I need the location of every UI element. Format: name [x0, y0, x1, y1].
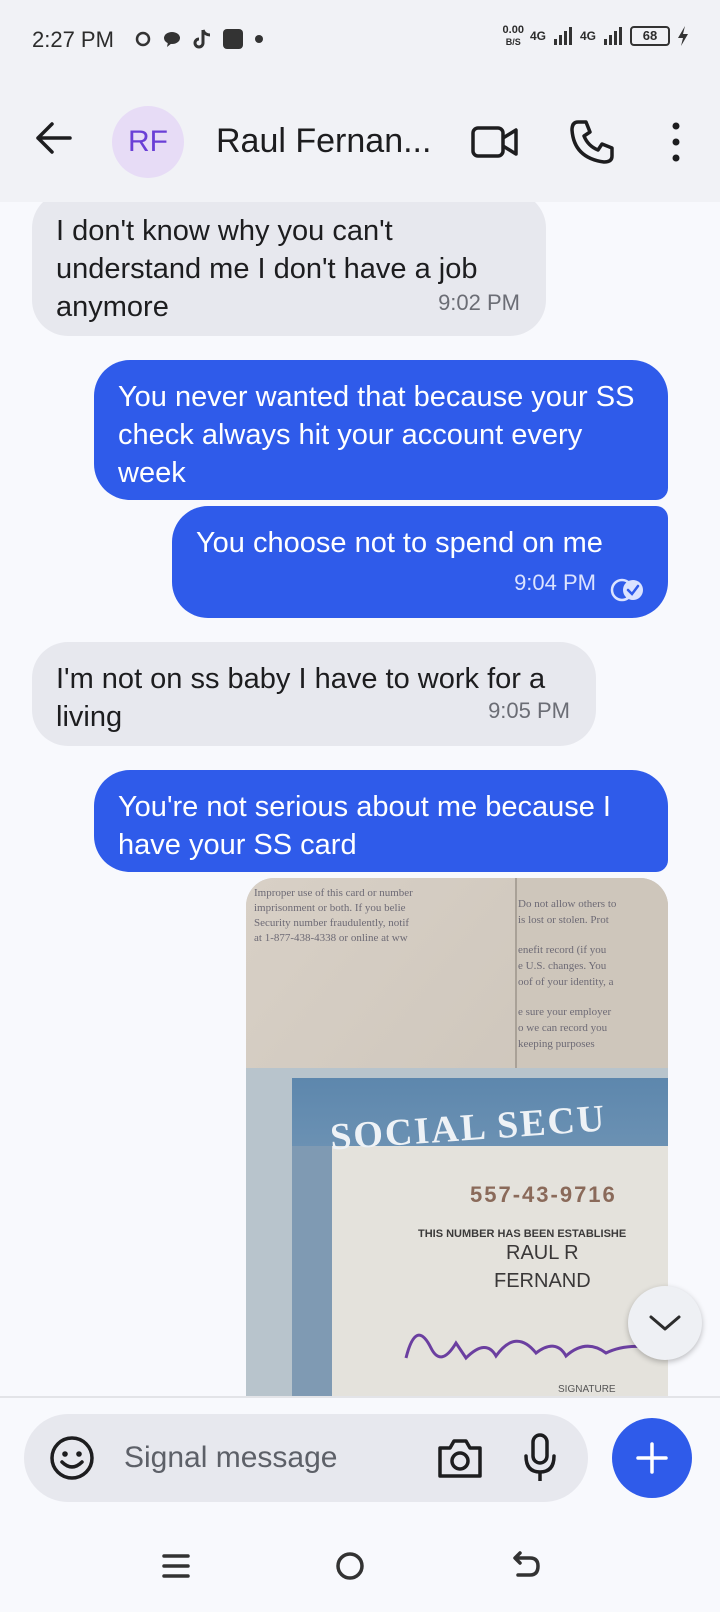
- card-back-text-left: Improper use of this card or number impr…: [254, 886, 514, 946]
- dot-icon: [255, 35, 263, 43]
- card-back-text-right: Do not allow others to is lost or stolen…: [518, 896, 668, 1052]
- delivered-check-icon: [610, 578, 643, 602]
- system-icons: 0.00 B/S 4G 4G 68: [503, 24, 690, 48]
- network-type-2: 4G: [579, 29, 596, 43]
- status-time: 2:27 PM: [32, 27, 114, 52]
- message-outgoing[interactable]: You're not serious about me because I ha…: [94, 770, 668, 872]
- message-composer: [24, 1414, 588, 1502]
- signal-icon: [553, 27, 572, 45]
- message-incoming[interactable]: I don't know why you can't understand me…: [32, 202, 546, 336]
- tiktok-icon: [193, 29, 211, 49]
- back-arrow-icon[interactable]: [32, 116, 76, 160]
- notification-icons: [134, 28, 264, 50]
- image-attachment[interactable]: Improper use of this card or number impr…: [246, 878, 668, 1396]
- app-square-icon: [223, 29, 243, 49]
- home-icon[interactable]: [330, 1546, 370, 1586]
- contact-name[interactable]: Raul Fernan...: [216, 122, 446, 161]
- status-bar: 2:27 PM 0.00 B/S 4G 4G 68: [0, 0, 720, 80]
- conversation-screen: 2:27 PM 0.00 B/S 4G 4G 68 RF Raul Fernan…: [0, 0, 720, 1612]
- battery-icon: 68: [630, 26, 670, 46]
- card-text-line: imprisonment or both. If you belie: [254, 902, 406, 914]
- sync-icon: [135, 31, 151, 47]
- card-text-line: at 1-877-438-4338 or online at ww: [254, 932, 408, 944]
- system-navigation-bar: [0, 1512, 720, 1612]
- more-options-icon[interactable]: [664, 120, 688, 164]
- signal-icon-2: [604, 27, 622, 45]
- message-time: 9:02 PM: [438, 290, 520, 315]
- card-name-line2: FERNAND: [494, 1270, 591, 1292]
- message-incoming[interactable]: I'm not on ss baby I have to work for a …: [32, 642, 596, 746]
- card-text-line: Do not allow others to: [518, 898, 617, 910]
- signature-graphic: [404, 1333, 657, 1361]
- card-number-caption: THIS NUMBER HAS BEEN ESTABLISHE: [418, 1228, 627, 1240]
- network-speed: 0.00 B/S: [503, 24, 524, 48]
- card-text-line: Improper use of this card or number: [254, 887, 413, 899]
- card-text-line: keeping purposes: [518, 1038, 595, 1050]
- signature-label: SIGNATURE: [558, 1384, 616, 1395]
- emoji-icon[interactable]: [48, 1434, 96, 1482]
- card-number: 557-43-9716: [470, 1182, 617, 1207]
- avatar[interactable]: RF: [112, 106, 184, 178]
- card-text-line: enefit record (if you: [518, 944, 607, 956]
- microphone-icon[interactable]: [522, 1432, 558, 1484]
- speed-value: 0.00: [502, 24, 524, 36]
- message-outgoing[interactable]: You choose not to spend on me 9:04 PM: [172, 506, 668, 618]
- recent-apps-icon[interactable]: [156, 1546, 196, 1586]
- card-text-line: e sure your employer: [518, 1006, 612, 1018]
- message-outgoing[interactable]: You never wanted that because your SS ch…: [94, 360, 668, 500]
- card-text-line: o we can record you: [518, 1022, 608, 1034]
- message-time: 9:05 PM: [488, 698, 570, 723]
- plus-icon: [636, 1442, 668, 1474]
- message-text: You never wanted that because your SS ch…: [118, 381, 635, 489]
- card-text-line: oof of your identity, a: [518, 976, 614, 988]
- phone-icon[interactable]: [568, 118, 616, 166]
- back-nav-icon[interactable]: [506, 1546, 546, 1586]
- network-type-1: 4G: [529, 29, 546, 43]
- charging-icon: [678, 26, 688, 46]
- card-text-line: is lost or stolen. Prot: [518, 914, 609, 926]
- card-name-line1: RAUL R: [506, 1242, 579, 1264]
- card-text-line: Security number fraudulently, notif: [254, 917, 410, 929]
- message-time: 9:04 PM: [514, 570, 596, 595]
- composer-divider: [0, 1396, 720, 1398]
- message-text: You're not serious about me because I ha…: [118, 791, 611, 861]
- video-call-icon[interactable]: [470, 118, 520, 166]
- message-list[interactable]: I don't know why you can't understand me…: [0, 202, 720, 1396]
- scroll-to-bottom-button[interactable]: [628, 1286, 702, 1360]
- camera-icon[interactable]: [436, 1436, 484, 1480]
- chat-bubble-icon: [164, 32, 180, 47]
- speed-unit: B/S: [505, 37, 521, 47]
- message-text: You choose not to spend on me: [196, 527, 603, 559]
- message-input[interactable]: [124, 1436, 404, 1480]
- conversation-header: RF Raul Fernan...: [0, 80, 720, 202]
- add-attachment-button[interactable]: [612, 1418, 692, 1498]
- card-text-line: e U.S. changes. You: [518, 960, 607, 972]
- chevron-down-icon: [649, 1315, 681, 1331]
